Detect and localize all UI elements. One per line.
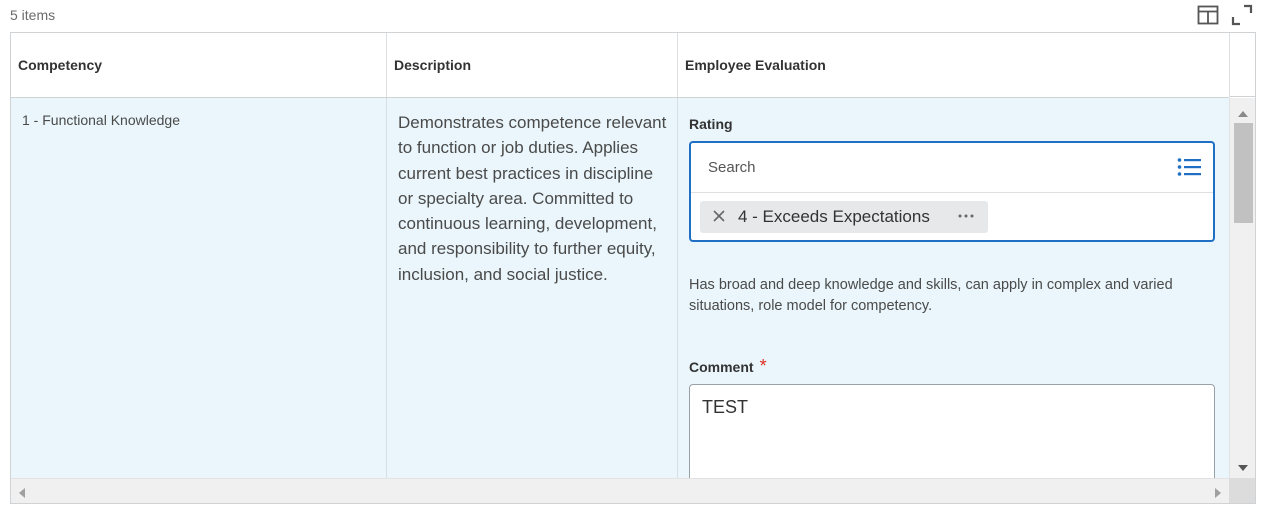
selected-rating-pill[interactable]: 4 - Exceeds Expectations bbox=[700, 201, 988, 233]
cell-employee-evaluation: Rating Search 4 - Exceeds Expectations H… bbox=[678, 98, 1229, 478]
cell-description: Demonstrates competence relevant to func… bbox=[387, 98, 678, 478]
column-header-competency[interactable]: Competency bbox=[11, 33, 387, 97]
competency-grid: Competency Description Employee Evaluati… bbox=[10, 32, 1256, 504]
scroll-up-arrow-icon[interactable] bbox=[1237, 106, 1249, 117]
table-row: 1 - Functional Knowledge Demonstrates co… bbox=[11, 98, 1229, 478]
grid-toolbar: 5 items bbox=[0, 0, 1266, 32]
vertical-scrollbar[interactable] bbox=[1229, 98, 1255, 478]
comment-textarea[interactable]: TEST bbox=[689, 384, 1215, 478]
comment-label: Comment bbox=[689, 359, 754, 375]
rating-label: Rating bbox=[689, 116, 733, 132]
scroll-right-arrow-icon[interactable] bbox=[1213, 486, 1223, 498]
scroll-left-arrow-icon[interactable] bbox=[17, 486, 27, 498]
grid-toolbar-icons bbox=[1196, 3, 1254, 27]
selected-rating-label: 4 - Exceeds Expectations bbox=[738, 207, 930, 226]
rating-search-input[interactable] bbox=[691, 143, 1171, 191]
cell-competency: 1 - Functional Knowledge bbox=[11, 98, 387, 478]
competency-description: Demonstrates competence relevant to func… bbox=[398, 113, 667, 284]
column-header-employee-evaluation[interactable]: Employee Evaluation bbox=[678, 33, 1229, 97]
list-icon[interactable] bbox=[1177, 157, 1201, 177]
remove-selection-icon[interactable] bbox=[712, 209, 726, 223]
column-header-description[interactable]: Description bbox=[387, 33, 678, 97]
horizontal-scrollbar[interactable] bbox=[11, 478, 1229, 503]
header-scroll-filler bbox=[1229, 33, 1255, 97]
rating-divider bbox=[691, 192, 1213, 193]
scroll-down-arrow-icon[interactable] bbox=[1237, 460, 1249, 471]
scrollbar-corner bbox=[1229, 478, 1255, 503]
table-layout-icon[interactable] bbox=[1196, 3, 1220, 27]
vertical-scroll-thumb[interactable] bbox=[1234, 123, 1253, 223]
grid-header-row: Competency Description Employee Evaluati… bbox=[11, 33, 1229, 98]
rating-prompt[interactable]: 4 - Exceeds Expectations bbox=[689, 141, 1215, 242]
competency-name: 1 - Functional Knowledge bbox=[22, 112, 180, 128]
required-mark: * bbox=[759, 356, 767, 376]
item-count: 5 items bbox=[10, 7, 56, 23]
expand-icon[interactable] bbox=[1230, 3, 1254, 27]
more-options-icon[interactable] bbox=[956, 205, 976, 225]
rating-description: Has broad and deep knowledge and skills,… bbox=[689, 277, 1173, 314]
comment-value: TEST bbox=[702, 397, 749, 417]
comment-label-wrap: Comment * bbox=[689, 356, 767, 377]
